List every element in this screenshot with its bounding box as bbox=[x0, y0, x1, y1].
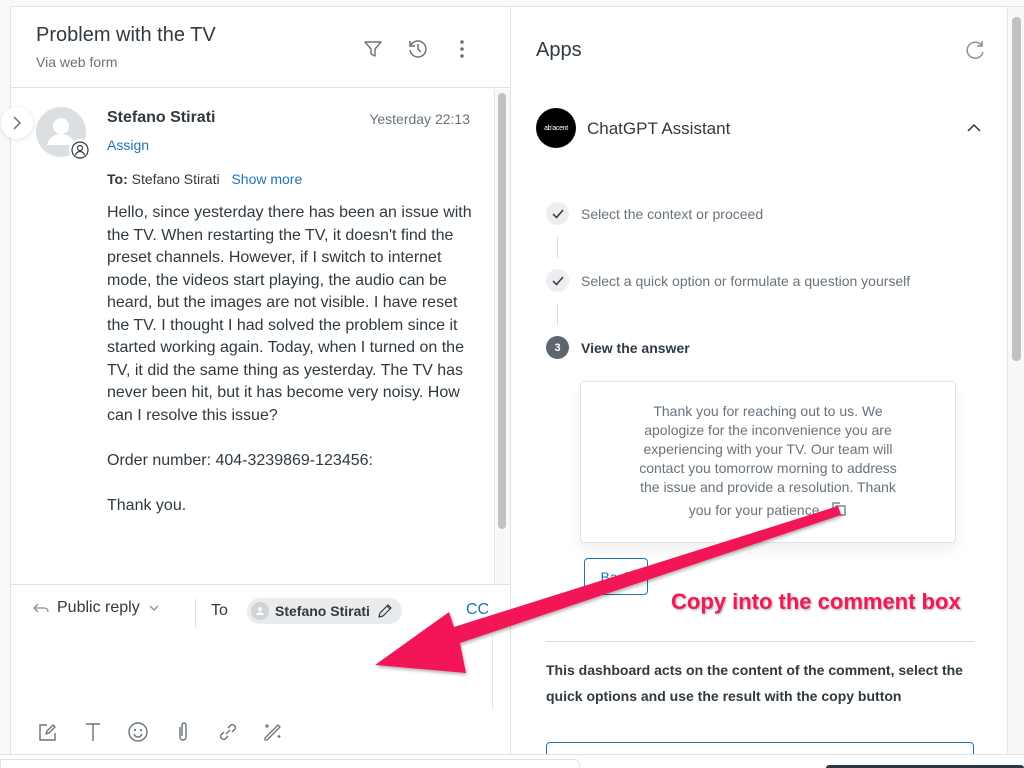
filter-icon[interactable] bbox=[361, 37, 385, 61]
cc-button[interactable]: CC bbox=[466, 601, 489, 619]
conversation-scrollbar[interactable] bbox=[494, 89, 510, 584]
app-name[interactable]: ChatGPT Assistant bbox=[587, 119, 730, 139]
ticket-header: Problem with the TV Via web form bbox=[11, 7, 510, 88]
step-number: 3 bbox=[546, 336, 569, 359]
to-label: To: bbox=[107, 171, 128, 187]
back-button[interactable]: Back bbox=[584, 558, 648, 595]
answer-line: apologize for the inconvenience you are bbox=[644, 422, 892, 438]
bottom-bar bbox=[0, 754, 1024, 768]
composer-to-label: To bbox=[211, 602, 228, 619]
text-format-icon[interactable] bbox=[82, 721, 104, 743]
ticket-panel: Problem with the TV Via web form Stefano… bbox=[1, 6, 510, 755]
answer-line: the issue and provide a resolution. Than… bbox=[640, 479, 896, 495]
assign-link[interactable]: Assign bbox=[107, 137, 149, 153]
composer-toolbar bbox=[37, 721, 284, 743]
answer-card: Thank you for reaching out to us. We apo… bbox=[580, 381, 956, 543]
app-window: Problem with the TV Via web form Stefano… bbox=[0, 0, 1024, 768]
bottom-panel bbox=[0, 759, 580, 768]
message-body: Hello, since yesterday there has been an… bbox=[107, 204, 472, 514]
comment-editor[interactable] bbox=[11, 635, 492, 710]
annotation-label: Copy into the comment box bbox=[671, 589, 961, 614]
chevron-down-icon bbox=[149, 605, 159, 611]
apps-title: Apps bbox=[536, 39, 582, 61]
apps-panel: Apps ab'acent ChatGPT Assistant Select t… bbox=[510, 6, 1024, 768]
answer-line: experiencing with your TV. Our team will bbox=[643, 441, 893, 457]
attachment-icon[interactable] bbox=[172, 721, 194, 743]
answer-line: contact you tomorrow morning to address bbox=[639, 460, 897, 476]
ticket-channel: Via web form bbox=[36, 54, 118, 70]
message-timestamp: Yesterday 22:13 bbox=[369, 111, 470, 127]
step-1: Select the context or proceed bbox=[546, 202, 763, 225]
scrollbar-thumb[interactable] bbox=[1012, 17, 1021, 361]
step-connector bbox=[557, 236, 558, 258]
step-2: Select a quick option or formulate a que… bbox=[546, 269, 910, 292]
apps-scrollbar[interactable] bbox=[1007, 7, 1024, 755]
to-value: Stefano Stirati bbox=[131, 171, 220, 187]
conversation: Stefano Stirati Yesterday 22:13 Assign T… bbox=[11, 89, 494, 584]
emoji-icon[interactable] bbox=[127, 721, 149, 743]
user-avatar-icon bbox=[251, 602, 269, 620]
magic-wand-icon[interactable] bbox=[262, 721, 284, 743]
history-icon[interactable] bbox=[406, 37, 430, 61]
step-label: Select a quick option or formulate a que… bbox=[581, 272, 911, 289]
show-more-link[interactable]: Show more bbox=[231, 171, 302, 187]
recipient-line: To: Stefano Stirati Show more bbox=[107, 171, 302, 187]
reply-type-label: Public reply bbox=[57, 599, 140, 616]
chevron-up-icon[interactable] bbox=[963, 117, 985, 139]
step-label: Select the context or proceed bbox=[581, 205, 764, 222]
divider bbox=[195, 599, 196, 627]
divider bbox=[546, 641, 974, 642]
link-icon[interactable] bbox=[217, 721, 239, 743]
refresh-icon[interactable] bbox=[963, 38, 987, 62]
pencil-icon[interactable] bbox=[376, 602, 394, 620]
app-logo-text: ab'acent bbox=[544, 124, 568, 132]
compose-icon[interactable] bbox=[37, 721, 59, 743]
author-name[interactable]: Stefano Stirati bbox=[107, 109, 215, 127]
answer-line: Thank you for reaching out to us. We bbox=[653, 403, 883, 419]
ticket-title: Problem with the TV bbox=[36, 24, 216, 46]
scrollbar-thumb[interactable] bbox=[498, 93, 506, 529]
step-connector bbox=[557, 303, 558, 325]
user-badge-icon bbox=[69, 139, 91, 161]
recipient-chip[interactable]: Stefano Stirati bbox=[247, 598, 402, 624]
answer-last-text: you for your patience. bbox=[688, 502, 824, 519]
editor-scrollbar bbox=[492, 635, 493, 710]
check-icon bbox=[546, 202, 569, 225]
step-3: 3 View the answer bbox=[546, 336, 690, 359]
app-logo: ab'acent bbox=[536, 108, 576, 148]
recipient-name: Stefano Stirati bbox=[275, 603, 370, 619]
check-icon bbox=[546, 269, 569, 292]
reply-type-dropdown[interactable]: Public reply bbox=[33, 599, 160, 617]
more-vertical-icon[interactable] bbox=[450, 37, 474, 61]
answer-line: you for your patience. bbox=[689, 501, 848, 522]
dashboard-note: This dashboard acts on the content of th… bbox=[546, 662, 963, 704]
expand-sidebar-button[interactable] bbox=[1, 107, 33, 139]
reply-composer: Public reply To Stefano Stirati CC bbox=[11, 584, 510, 755]
step-label: View the answer bbox=[581, 339, 690, 356]
reply-arrow-icon bbox=[33, 603, 49, 613]
chevron-right-icon bbox=[13, 116, 22, 130]
copy-icon[interactable] bbox=[831, 501, 847, 522]
